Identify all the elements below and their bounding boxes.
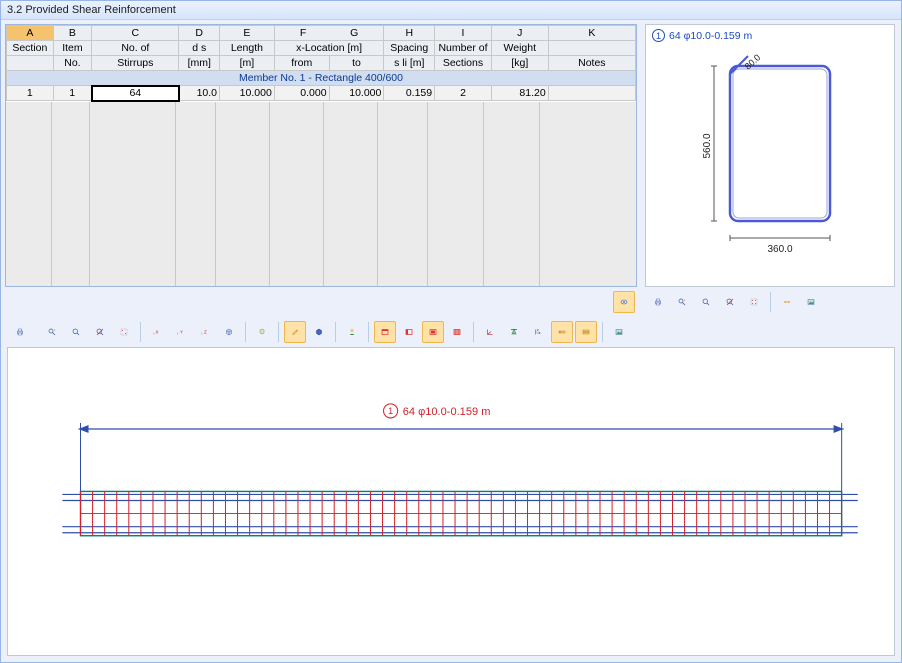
- svg-text:Y: Y: [180, 330, 183, 335]
- support-button[interactable]: [503, 321, 525, 343]
- cross-section-toolbar: [645, 287, 895, 317]
- elevation-panel[interactable]: 1 64 φ10.0-0.159 m: [7, 347, 895, 656]
- cube-button[interactable]: [308, 321, 330, 343]
- anchorage-button[interactable]: X: [527, 321, 549, 343]
- image-button[interactable]: [800, 291, 822, 313]
- panel4-button[interactable]: [446, 321, 468, 343]
- member-group-row[interactable]: Member No. 1 - Rectangle 400/600: [7, 71, 636, 86]
- layer2-button[interactable]: [575, 321, 597, 343]
- move-button[interactable]: [251, 321, 273, 343]
- col-header-I[interactable]: I: [435, 26, 492, 41]
- dimensions-button[interactable]: [776, 291, 798, 313]
- grid-toolbar: [5, 287, 637, 317]
- edit-button[interactable]: [284, 321, 306, 343]
- svg-text:Ⅰ·: Ⅰ·: [177, 332, 179, 336]
- col-title-row1: Section Item No. of d s Length x-Locatio…: [7, 41, 636, 56]
- col-header-B[interactable]: B: [53, 26, 92, 41]
- svg-text:Z: Z: [204, 330, 207, 335]
- elevation-svg: 1 64 φ10.0-0.159 m: [8, 348, 894, 655]
- view-y-button[interactable]: Ⅰ·Y: [170, 321, 192, 343]
- panel2-button[interactable]: [398, 321, 420, 343]
- svg-text:360.0: 360.0: [767, 244, 792, 255]
- svg-text:X: X: [156, 330, 159, 335]
- find-button[interactable]: [41, 321, 63, 343]
- panel1-button[interactable]: [374, 321, 396, 343]
- view-z-button[interactable]: ⅠZ: [194, 321, 216, 343]
- col-header-D[interactable]: D: [179, 26, 220, 41]
- col-header-E[interactable]: E: [220, 26, 275, 41]
- upper-pane: A B C D E F G H I J K: [1, 20, 901, 317]
- window-title: 3.2 Provided Shear Reinforcement: [1, 1, 901, 20]
- cross-section-view[interactable]: 1 64 φ10.0-0.159 m 80.0: [645, 24, 895, 287]
- select-points-button[interactable]: [743, 291, 765, 313]
- table-row[interactable]: 1 1 64 10.0 10.000 0.000 10.000 0.159 2 …: [7, 86, 636, 101]
- axes-button[interactable]: [479, 321, 501, 343]
- svg-text:64 φ10.0-0.159 m: 64 φ10.0-0.159 m: [403, 406, 491, 418]
- cross-section-panel: 1 64 φ10.0-0.159 m 80.0: [645, 24, 895, 317]
- find-button[interactable]: [671, 291, 693, 313]
- elevation-toolbar: ⅠX Ⅰ·Y ⅠZ X: [1, 317, 901, 347]
- panel3-button[interactable]: [422, 321, 444, 343]
- col-header-A[interactable]: A: [7, 26, 54, 41]
- select-points-button[interactable]: [113, 321, 135, 343]
- col-header-J[interactable]: J: [491, 26, 548, 41]
- layer1-button[interactable]: [551, 321, 573, 343]
- view-result-button[interactable]: [613, 291, 635, 313]
- svg-text:Ⅰ: Ⅰ: [202, 332, 203, 336]
- svg-text:1: 1: [388, 406, 393, 416]
- col-header-FG[interactable]: F G: [274, 26, 384, 41]
- zoom-button[interactable]: [65, 321, 87, 343]
- grid[interactable]: A B C D E F G H I J K: [5, 24, 637, 287]
- col-header-C[interactable]: C: [92, 26, 179, 41]
- grid-empty-area: [6, 102, 636, 287]
- svg-text:Ⅰ: Ⅰ: [154, 332, 155, 336]
- col-letter-row: A B C D E F G H I J K: [7, 26, 636, 41]
- zoom-button[interactable]: [695, 291, 717, 313]
- selected-cell[interactable]: 64: [92, 86, 179, 101]
- zoom-cancel-button[interactable]: [89, 321, 111, 343]
- view-3d-button[interactable]: [218, 321, 240, 343]
- print-button[interactable]: [9, 321, 31, 343]
- view-x-button[interactable]: ⅠX: [146, 321, 168, 343]
- cross-section-svg: 80.0 560.0 360.0: [670, 46, 870, 286]
- col-header-H[interactable]: H: [384, 26, 435, 41]
- svg-text:560.0: 560.0: [702, 133, 713, 158]
- col-title-row2: No. Stirrups [mm] [m] from to s li [m] S…: [7, 56, 636, 71]
- table-panel: A B C D E F G H I J K: [5, 24, 637, 317]
- col-header-K[interactable]: K: [548, 26, 635, 41]
- window: 3.2 Provided Shear Reinforcement A: [0, 0, 902, 663]
- print-button[interactable]: [647, 291, 669, 313]
- zoom-cancel-button[interactable]: [719, 291, 741, 313]
- cross-section-label: 64 φ10.0-0.159 m: [669, 30, 752, 42]
- user-button[interactable]: [341, 321, 363, 343]
- cross-section-number: 1: [652, 29, 665, 42]
- image-button[interactable]: [608, 321, 630, 343]
- svg-text:X: X: [537, 329, 540, 333]
